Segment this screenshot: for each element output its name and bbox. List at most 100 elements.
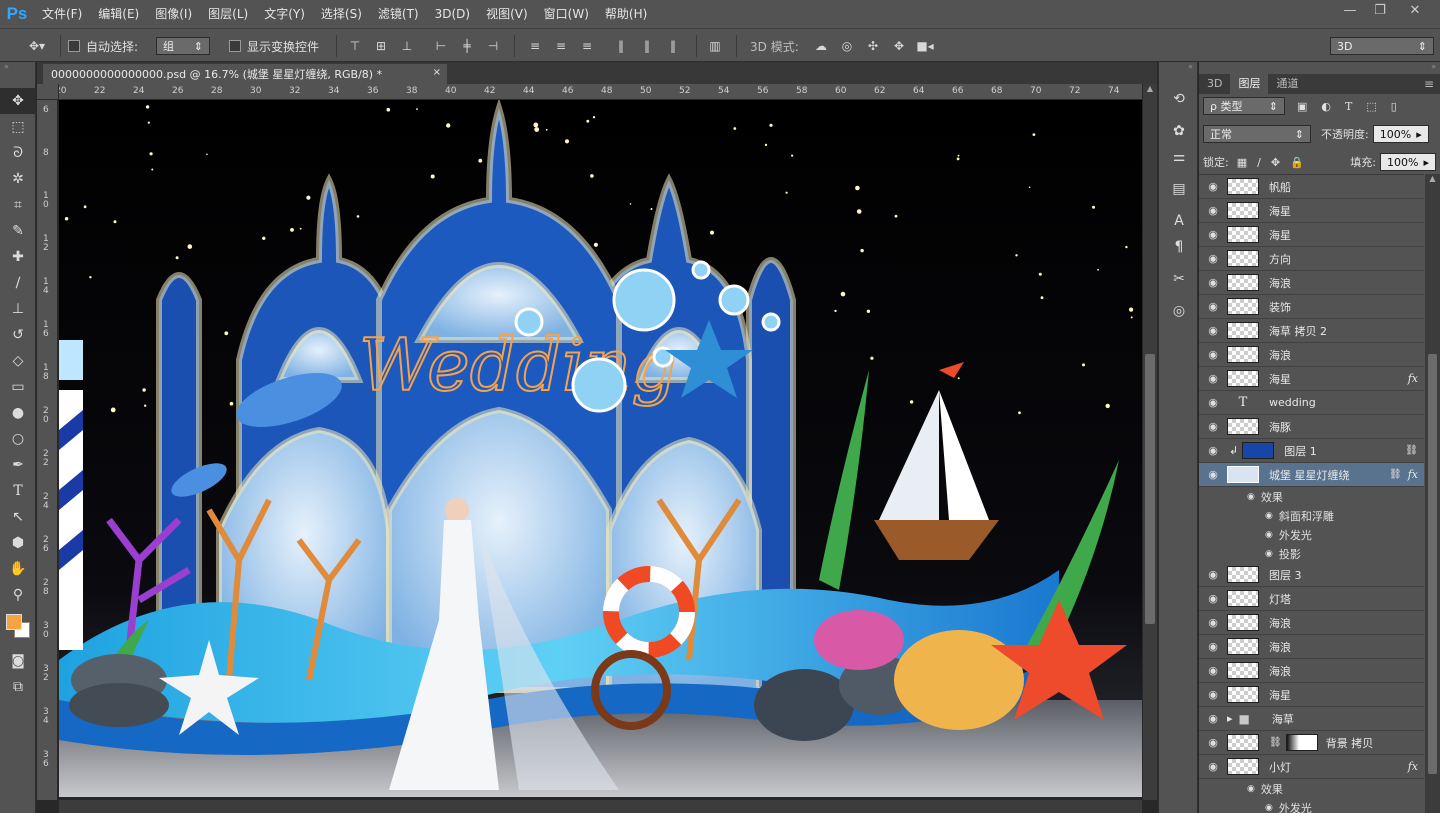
- layers-scroll-thumb[interactable]: [1428, 354, 1437, 774]
- collapse-icon[interactable]: »: [0, 62, 35, 72]
- menu-window[interactable]: 窗口(W): [536, 0, 597, 28]
- eye-icon[interactable]: ◉: [1199, 640, 1227, 653]
- menu-image[interactable]: 图像(I): [147, 0, 200, 28]
- lock-paint-icon[interactable]: ∕: [1257, 156, 1261, 169]
- healing-tool-icon[interactable]: ✚: [0, 244, 36, 270]
- filter-shape-icon[interactable]: ⬚: [1366, 100, 1376, 113]
- properties-icon[interactable]: ▤: [1159, 176, 1199, 202]
- workspace-dropdown[interactable]: 3D ⇕: [1330, 37, 1434, 55]
- eye-icon[interactable]: ◉: [1199, 592, 1227, 605]
- layer-effect-item[interactable]: ◉ 斜面和浮雕: [1199, 506, 1424, 525]
- tab-layers[interactable]: 图层: [1230, 74, 1269, 94]
- eyedropper-tool-icon[interactable]: ✎: [0, 218, 36, 244]
- eye-icon[interactable]: ◉: [1199, 204, 1227, 217]
- tool-presets-icon[interactable]: ✂: [1159, 266, 1199, 292]
- align-bottom-icon[interactable]: ⊥: [398, 37, 416, 55]
- lock-transparent-icon[interactable]: ▦: [1237, 156, 1247, 169]
- panel-collapse-icon[interactable]: »: [1431, 62, 1436, 71]
- vertical-scrollbar[interactable]: ▲: [1143, 84, 1157, 800]
- menu-view[interactable]: 视图(V): [478, 0, 536, 28]
- eye-icon[interactable]: ◉: [1199, 736, 1227, 749]
- layer-row[interactable]: ◉ ⛓ 背景 拷贝: [1199, 731, 1424, 755]
- layer-effects-header[interactable]: ◉ 效果: [1199, 779, 1424, 798]
- hand-tool-icon[interactable]: ✋: [0, 556, 36, 582]
- horizontal-ruler[interactable]: 20 22 24 26 28 30 32 34 36 38 40 42 44 46 48 50 52 54 56 58…: [59, 84, 1142, 100]
- distribute-top-icon[interactable]: ≡: [526, 37, 544, 55]
- menu-3d[interactable]: 3D(D): [427, 0, 478, 28]
- expand-arrow-icon[interactable]: ▸: [1227, 712, 1233, 725]
- 3d-scale-icon[interactable]: ■◂: [916, 37, 934, 55]
- link-icon[interactable]: ⛓: [1405, 445, 1418, 456]
- layer-row[interactable]: ◉ 海浪: [1199, 635, 1424, 659]
- collapse-strip-icon[interactable]: «: [1159, 62, 1197, 72]
- menu-help[interactable]: 帮助(H): [597, 0, 655, 28]
- layer-row[interactable]: ◉ 海星 fx: [1199, 367, 1424, 391]
- layer-row[interactable]: ◉ 海浪: [1199, 343, 1424, 367]
- layer-row[interactable]: ◉ 装饰: [1199, 295, 1424, 319]
- distribute-vcenter-icon[interactable]: ≡: [552, 37, 570, 55]
- color-swatches[interactable]: [0, 608, 35, 648]
- close-icon[interactable]: ✕: [1398, 0, 1432, 20]
- eye-icon[interactable]: ◉: [1199, 228, 1227, 241]
- layer-row[interactable]: ◉ 海浪: [1199, 659, 1424, 683]
- show-transform-option[interactable]: 显示变换控件: [229, 29, 319, 63]
- adjustments-icon[interactable]: ⚌: [1159, 144, 1199, 170]
- effect-visibility-icon[interactable]: ◉: [1247, 784, 1255, 794]
- blur-tool-icon[interactable]: ●: [0, 400, 36, 426]
- show-transform-checkbox[interactable]: [229, 40, 241, 52]
- align-vcenter-icon[interactable]: ⊞: [372, 37, 390, 55]
- crop-tool-icon[interactable]: ⌗: [0, 192, 36, 218]
- 3d-slide-icon[interactable]: ✥: [890, 37, 908, 55]
- layer-effect-item[interactable]: ◉ 外发光: [1199, 798, 1424, 813]
- screen-mode-icon[interactable]: ⧉: [0, 674, 36, 700]
- eye-icon[interactable]: ◉: [1199, 300, 1227, 313]
- vertical-ruler[interactable]: 6 8 1 0 1 2 1 4 1 6 1 8 2 0 2 2 2 4 2 6 2 8 3 0 3 2 3 …: [37, 100, 57, 800]
- layer-row[interactable]: ◉ 海草 拷贝 2: [1199, 319, 1424, 343]
- filter-type-icon[interactable]: T: [1345, 100, 1352, 113]
- foreground-color[interactable]: [6, 614, 22, 630]
- 3d-rotate-icon[interactable]: ☁: [812, 37, 830, 55]
- restore-icon[interactable]: ❐: [1365, 0, 1395, 20]
- history-icon[interactable]: ⟲: [1159, 86, 1199, 112]
- menu-edit[interactable]: 编辑(E): [90, 0, 147, 28]
- move-tool-icon[interactable]: ✥: [0, 88, 36, 114]
- eye-icon[interactable]: ◉: [1199, 348, 1227, 361]
- effect-visibility-icon[interactable]: ◉: [1265, 511, 1273, 521]
- layer-effect-item[interactable]: ◉ 外发光: [1199, 525, 1424, 544]
- layer-row[interactable]: ◉ 图层 3: [1199, 563, 1424, 587]
- marquee-tool-icon[interactable]: ⬚: [0, 114, 36, 140]
- layer-row[interactable]: ◉ 城堡 星星灯缠绕 ⛓ fx: [1199, 463, 1424, 487]
- filter-adjust-icon[interactable]: ◐: [1321, 100, 1331, 113]
- pen-tool-icon[interactable]: ✒: [0, 452, 36, 478]
- layer-row[interactable]: ◉ 海浪: [1199, 271, 1424, 295]
- mask-link-icon[interactable]: ⛓: [1269, 737, 1282, 748]
- tab-channels[interactable]: 通道: [1268, 74, 1306, 94]
- magic-wand-tool-icon[interactable]: ✲: [0, 166, 36, 192]
- layer-row[interactable]: ◉ 小灯 fx: [1199, 755, 1424, 779]
- brush-presets-icon[interactable]: ✿: [1159, 118, 1199, 144]
- eye-icon[interactable]: ◉: [1199, 760, 1227, 773]
- opacity-input[interactable]: 100% ▸: [1372, 125, 1429, 143]
- 3d-pan-icon[interactable]: ✣: [864, 37, 882, 55]
- minimize-icon[interactable]: —: [1335, 0, 1365, 20]
- quick-mask-icon[interactable]: ◙: [0, 648, 36, 674]
- align-right-icon[interactable]: ⊣: [484, 37, 502, 55]
- layer-comps-icon[interactable]: ◎: [1159, 298, 1199, 324]
- layer-effects-header[interactable]: ◉ 效果: [1199, 487, 1424, 506]
- type-tool-icon[interactable]: T: [0, 478, 36, 504]
- distribute-hcenter-icon[interactable]: ‖: [638, 37, 656, 55]
- tab-3d[interactable]: 3D: [1199, 74, 1230, 94]
- layer-row[interactable]: ◉ ↲ 图层 1 ⛓: [1199, 439, 1424, 463]
- layer-row[interactable]: ◉ 海浪: [1199, 611, 1424, 635]
- layer-row[interactable]: ◉ 海星: [1199, 683, 1424, 707]
- stamp-tool-icon[interactable]: ⊥: [0, 296, 36, 322]
- eye-icon[interactable]: ◉: [1199, 688, 1227, 701]
- fx-icon[interactable]: fx: [1408, 372, 1418, 385]
- history-brush-icon[interactable]: ↺: [0, 322, 36, 348]
- layer-effect-item[interactable]: ◉ 投影: [1199, 544, 1424, 563]
- menu-filter[interactable]: 滤镜(T): [370, 0, 427, 28]
- eye-icon[interactable]: ◉: [1199, 420, 1227, 433]
- auto-select-option[interactable]: 自动选择:: [68, 29, 138, 63]
- eye-icon[interactable]: ◉: [1199, 396, 1227, 409]
- dodge-tool-icon[interactable]: ○: [0, 426, 36, 452]
